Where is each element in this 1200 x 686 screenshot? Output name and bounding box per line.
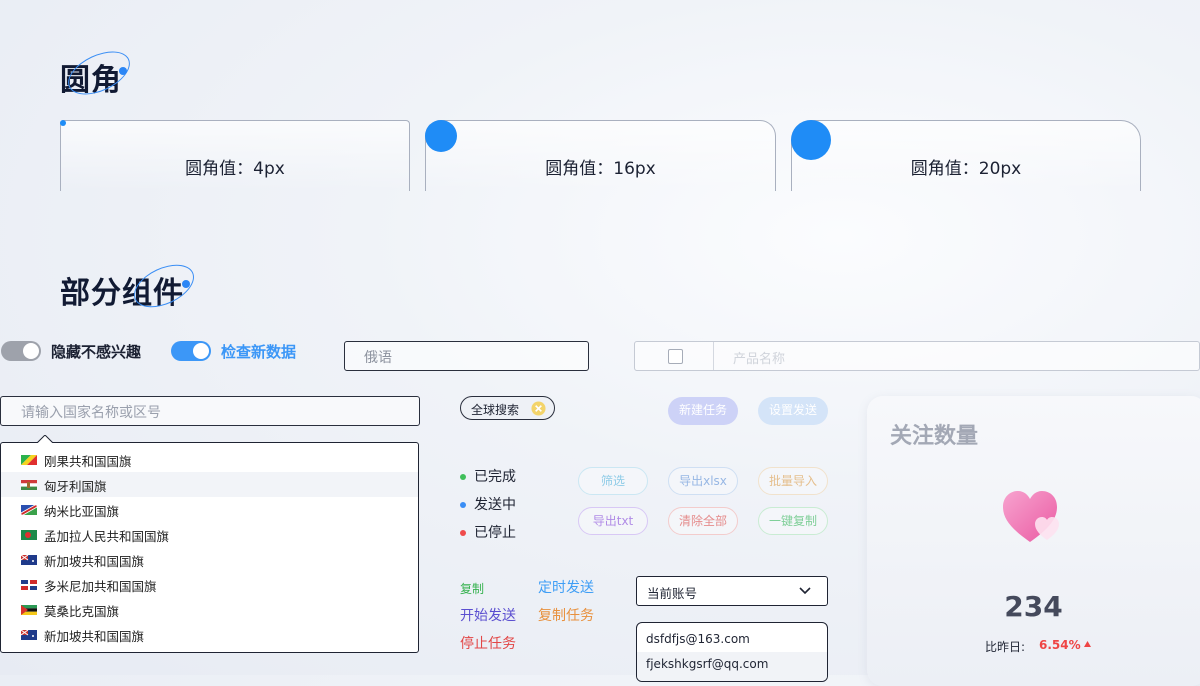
account-menu: dsfdfjs@163.com fjekshkgsrf@qq.com bbox=[636, 622, 828, 682]
export-xlsx-button[interactable]: 导出xlsx bbox=[668, 467, 738, 495]
country-name: 新加坡共和国国旗 bbox=[44, 554, 145, 569]
country-dropdown: 刚果共和国国旗 匈牙利国旗 纳米比亚国旗 孟加拉人民共和国国旗 新加坡共和国国旗… bbox=[0, 435, 419, 653]
new-task-button[interactable]: 新建任务 bbox=[668, 397, 738, 425]
toggle-label: 隐藏不感兴趣 bbox=[51, 343, 142, 361]
radius-marker bbox=[791, 120, 831, 160]
follow-count-card: 关注数量 234 比昨日: 6.54% bbox=[867, 396, 1200, 686]
flag-congo-icon bbox=[21, 455, 37, 465]
country-name: 多米尼加共和国国旗 bbox=[44, 579, 157, 594]
set-send-button[interactable]: 设置发送 bbox=[758, 397, 828, 425]
radius-card-4: 圆角值：4px bbox=[60, 120, 410, 191]
stop-task-link[interactable]: 停止任务 bbox=[460, 633, 516, 653]
copy-all-button[interactable]: 一键复制 bbox=[758, 507, 828, 535]
product-input-group: 产品名称 bbox=[634, 341, 1200, 371]
export-txt-button[interactable]: 导出txt bbox=[578, 507, 648, 535]
list-item[interactable]: 匈牙利国旗 bbox=[1, 472, 418, 497]
list-item[interactable]: 新加坡共和国国旗 bbox=[1, 622, 418, 647]
status-dot bbox=[460, 530, 466, 536]
country-name: 刚果共和国国旗 bbox=[44, 454, 132, 469]
status-dot bbox=[460, 474, 466, 480]
toggle-knob bbox=[23, 343, 39, 359]
status-sending: 发送中 bbox=[460, 494, 516, 514]
list-item[interactable]: 新加坡共和国国旗 bbox=[1, 547, 418, 572]
radius-card-label: 圆角值：16px bbox=[545, 159, 656, 179]
up-triangle-icon bbox=[1084, 641, 1091, 647]
flag-dominican-icon bbox=[21, 580, 37, 590]
flag-bangladesh-icon bbox=[21, 530, 37, 540]
copy-task-link[interactable]: 复制任务 bbox=[538, 605, 594, 625]
toggle-knob bbox=[193, 343, 209, 359]
account-select[interactable]: 当前账号 bbox=[636, 576, 828, 606]
compare-label: 比昨日: bbox=[985, 640, 1026, 654]
language-input[interactable]: 俄语 bbox=[344, 341, 589, 371]
start-send-link[interactable]: 开始发送 bbox=[460, 605, 516, 625]
batch-import-button[interactable]: 批量导入 bbox=[758, 467, 828, 495]
list-item[interactable]: 莫桑比克国旗 bbox=[1, 597, 418, 622]
product-input[interactable]: 产品名称 bbox=[733, 348, 785, 367]
flag-hungary-icon bbox=[21, 480, 37, 490]
language-value: 俄语 bbox=[364, 350, 392, 366]
menu-item[interactable]: fjekshkgsrf@qq.com bbox=[637, 652, 827, 681]
flag-namibia-icon bbox=[21, 505, 37, 515]
account-select-label: 当前账号 bbox=[647, 586, 698, 601]
radius-card-label: 圆角值：20px bbox=[910, 159, 1022, 179]
radius-card-20: 圆角值：20px bbox=[791, 120, 1141, 191]
flag-icon bbox=[21, 630, 37, 640]
radius-card-16: 圆角值：16px bbox=[425, 120, 776, 191]
orbit-dot bbox=[119, 67, 127, 75]
change-value: 6.54% bbox=[1039, 638, 1081, 652]
follow-count: 234 bbox=[1004, 590, 1063, 623]
search-chip-label: 全球搜索 bbox=[471, 403, 520, 417]
status-label: 发送中 bbox=[474, 497, 516, 513]
timed-send-link[interactable]: 定时发送 bbox=[538, 577, 594, 597]
radius-card-label: 圆角值：4px bbox=[185, 159, 285, 179]
flag-icon bbox=[21, 555, 37, 565]
menu-item[interactable]: dsfdfjs@163.com bbox=[637, 623, 827, 651]
list-item[interactable]: 多米尼加共和国国旗 bbox=[1, 572, 418, 597]
account-option: fjekshkgsrf@qq.com bbox=[646, 657, 769, 671]
status-completed: 已完成 bbox=[460, 466, 516, 486]
toggle-check-new-data[interactable] bbox=[171, 341, 211, 361]
radius-marker bbox=[425, 120, 457, 152]
divider bbox=[713, 342, 714, 370]
country-name: 纳米比亚国旗 bbox=[44, 504, 120, 519]
country-name: 新加坡共和国国旗 bbox=[44, 629, 145, 644]
radius-marker bbox=[60, 120, 66, 126]
toggle-hide-uninterested[interactable] bbox=[1, 341, 41, 361]
filter-button[interactable]: 筛选 bbox=[578, 467, 648, 495]
toggle-label: 检查新数据 bbox=[221, 343, 297, 361]
country-name: 匈牙利国旗 bbox=[44, 479, 107, 494]
follow-card-title: 关注数量 bbox=[890, 424, 979, 449]
country-search-placeholder: 请输入国家名称或区号 bbox=[21, 405, 161, 421]
orbit-dot bbox=[182, 280, 190, 288]
list-item[interactable]: 纳米比亚国旗 bbox=[1, 497, 418, 522]
close-circle-icon[interactable] bbox=[531, 401, 546, 416]
status-dot bbox=[460, 502, 466, 508]
country-search-input[interactable]: 请输入国家名称或区号 bbox=[0, 396, 420, 426]
checkbox[interactable] bbox=[668, 349, 683, 364]
status-label: 已停止 bbox=[474, 525, 516, 541]
status-label: 已完成 bbox=[474, 469, 516, 485]
country-name: 孟加拉人民共和国国旗 bbox=[44, 529, 170, 544]
copy-link[interactable]: 复制 bbox=[460, 580, 484, 597]
clear-all-button[interactable]: 清除全部 bbox=[668, 507, 738, 535]
chevron-down-icon bbox=[799, 587, 811, 595]
dropdown-caret bbox=[37, 435, 53, 444]
search-chip[interactable]: 全球搜索 bbox=[460, 396, 555, 420]
status-stopped: 已停止 bbox=[460, 522, 516, 542]
list-item[interactable]: 孟加拉人民共和国国旗 bbox=[1, 522, 418, 547]
flag-mozambique-icon bbox=[21, 605, 37, 615]
heart-icon bbox=[1003, 491, 1059, 542]
account-option: dsfdfjs@163.com bbox=[646, 632, 750, 646]
country-name: 莫桑比克国旗 bbox=[44, 604, 120, 619]
list-item[interactable]: 刚果共和国国旗 bbox=[1, 447, 418, 472]
